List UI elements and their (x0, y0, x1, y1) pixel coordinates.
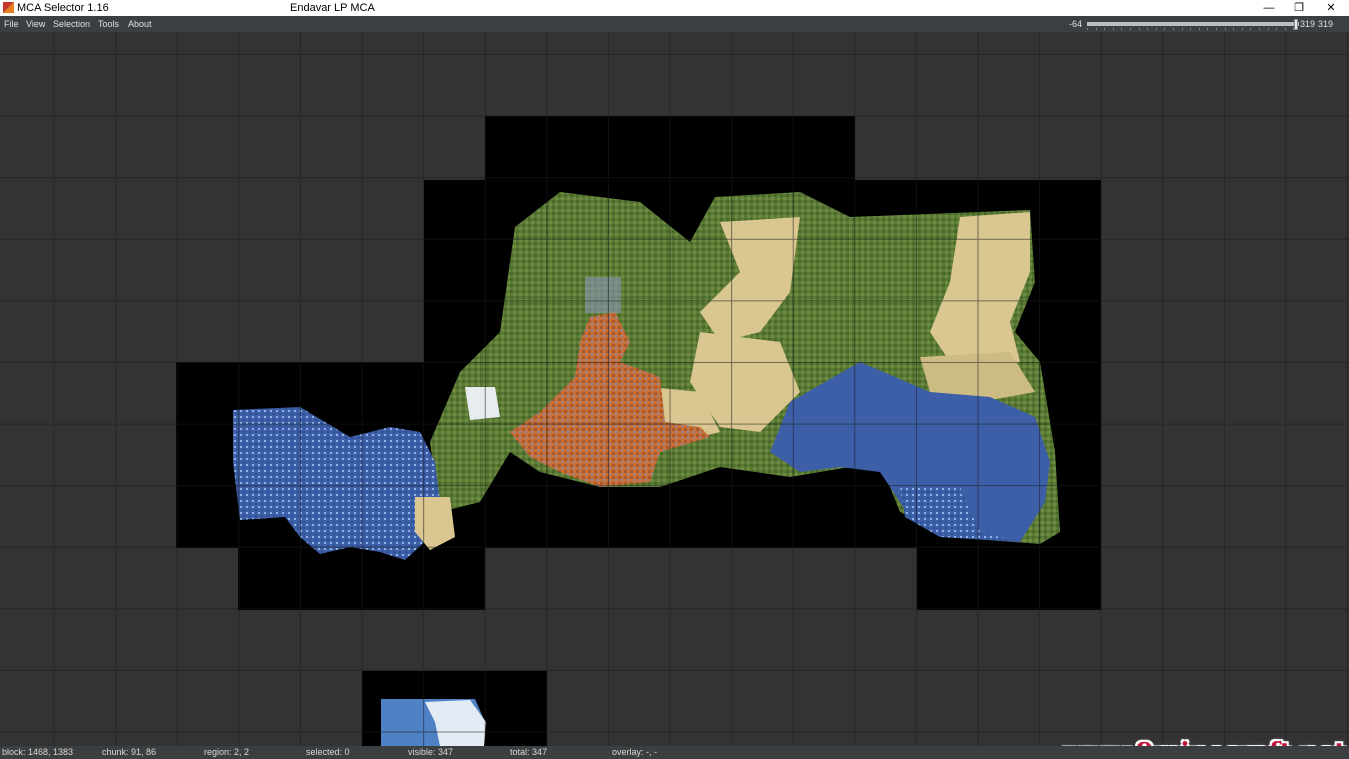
height-max-label: 319 (1318, 19, 1334, 29)
slider-tick (1104, 28, 1106, 30)
slider-tick (1190, 28, 1192, 30)
slider-tick (1155, 28, 1157, 30)
slider-tick (1130, 28, 1131, 30)
height-value-label: 319 (1300, 19, 1316, 29)
slider-tick (1147, 28, 1149, 30)
slider-tick (1138, 28, 1140, 30)
maximize-button[interactable]: ❐ (1284, 0, 1314, 16)
document-title: Endavar LP MCA (290, 2, 375, 14)
slider-tick (1233, 28, 1235, 30)
menu-file[interactable]: File (4, 19, 19, 29)
terrain-map (233, 192, 1060, 746)
slider-tick (1198, 28, 1200, 30)
slider-tick (1259, 28, 1260, 30)
slider-tick (1181, 28, 1183, 30)
app-title: MCA Selector 1.16 (17, 2, 109, 14)
slider-tick (1293, 28, 1295, 30)
slider-tick (1121, 28, 1123, 30)
status-selected: selected: 0 (306, 747, 350, 757)
map-view[interactable]: www.9minecraft.net (0, 32, 1349, 746)
status-overlay: overlay: -, - (612, 747, 658, 757)
slider-tick (1216, 28, 1217, 30)
slider-tick (1207, 28, 1209, 30)
slider-tick (1241, 28, 1243, 30)
slider-tick (1095, 28, 1097, 30)
height-slider[interactable] (1087, 19, 1299, 30)
slider-tick (1112, 28, 1114, 30)
height-min-label: -64 (1069, 19, 1083, 29)
status-total: total: 347 (510, 747, 548, 757)
height-slider-thumb[interactable] (1294, 19, 1298, 30)
minimize-button[interactable]: — (1254, 0, 1284, 16)
height-slider-track[interactable] (1087, 22, 1299, 26)
snow-patch (465, 387, 500, 420)
slider-tick (1087, 28, 1088, 30)
chunk-highlight (585, 277, 621, 313)
slider-tick (1276, 28, 1278, 30)
status-chunk: chunk: 91, 86 (102, 747, 157, 757)
menu-tools[interactable]: Tools (98, 19, 119, 29)
watermark: www.9minecraft.net (1064, 738, 1346, 746)
ocean-biome (233, 407, 440, 560)
menu-view[interactable]: View (26, 19, 45, 29)
status-visible: visible: 347 (408, 747, 454, 757)
title-bar: MCA Selector 1.16 Endavar LP MCA — ❐ ✕ (0, 0, 1349, 16)
slider-tick (1173, 28, 1174, 30)
close-button[interactable]: ✕ (1316, 0, 1346, 16)
app-icon (3, 2, 14, 13)
status-bar: block: 1468, 1383 chunk: 91, 86 region: … (0, 746, 1349, 759)
slider-tick (1164, 28, 1166, 30)
slider-tick (1267, 28, 1269, 30)
menu-selection[interactable]: Selection (53, 19, 90, 29)
slider-tick (1284, 28, 1286, 30)
status-block: block: 1468, 1383 (2, 747, 74, 757)
slider-tick (1250, 28, 1252, 30)
slider-tick (1224, 28, 1226, 30)
status-region: region: 2, 2 (204, 747, 250, 757)
menu-about[interactable]: About (128, 19, 152, 29)
menu-bar: File View Selection Tools About -64 319 … (0, 16, 1349, 32)
